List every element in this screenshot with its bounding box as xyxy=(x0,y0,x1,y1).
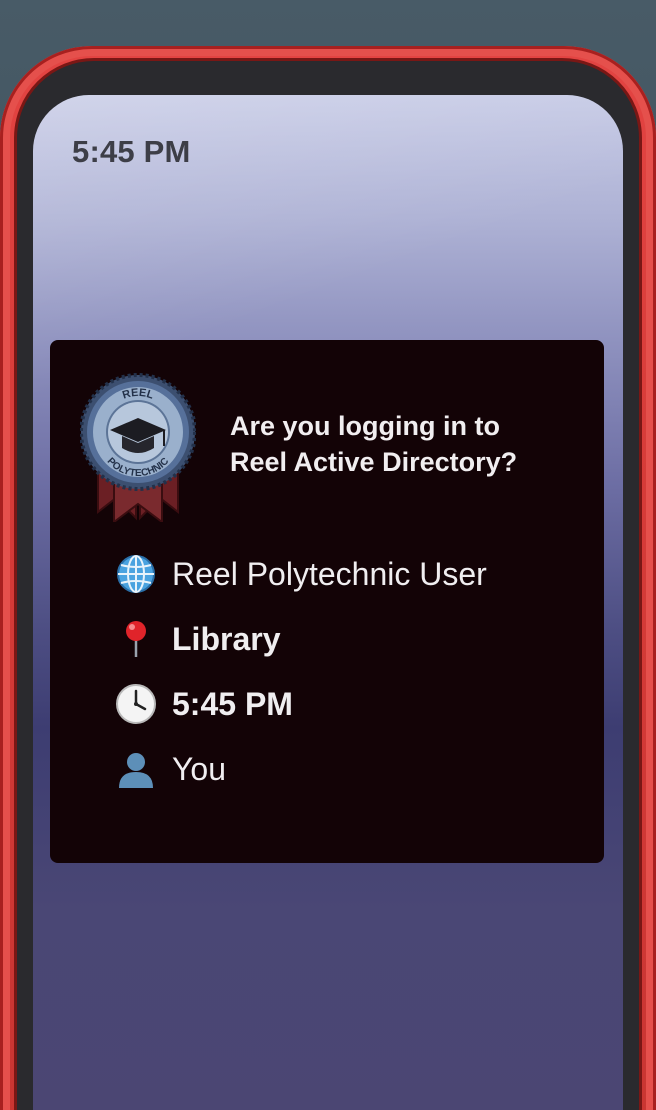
clock-icon xyxy=(114,682,158,726)
pushpin-icon xyxy=(114,617,158,661)
prompt-line-2: Reel Active Directory? xyxy=(230,447,518,477)
login-approval-card[interactable]: REEL POLYTECHNIC Are you logging in to R… xyxy=(50,340,604,863)
status-bar-time: 5:45 PM xyxy=(72,134,191,169)
user-text: You xyxy=(172,750,226,787)
detail-row-location: Library xyxy=(114,617,280,661)
seal-graphic: REEL POLYTECHNIC xyxy=(79,373,197,524)
location-text: Library xyxy=(172,620,281,657)
login-prompt: Are you logging in to Reel Active Direct… xyxy=(230,408,590,480)
person-silhouette-icon xyxy=(114,747,158,791)
detail-row-organization: Reel Polytechnic User xyxy=(114,552,487,596)
time-text: 5:45 PM xyxy=(172,685,293,722)
organization-text: Reel Polytechnic User xyxy=(172,555,487,592)
reel-polytechnic-seal: REEL POLYTECHNIC xyxy=(79,372,197,524)
globe-icon xyxy=(114,552,158,596)
detail-row-user: You xyxy=(114,747,226,791)
detail-row-time: 5:45 PM xyxy=(114,682,293,726)
prompt-line-1: Are you logging in to xyxy=(230,411,500,441)
